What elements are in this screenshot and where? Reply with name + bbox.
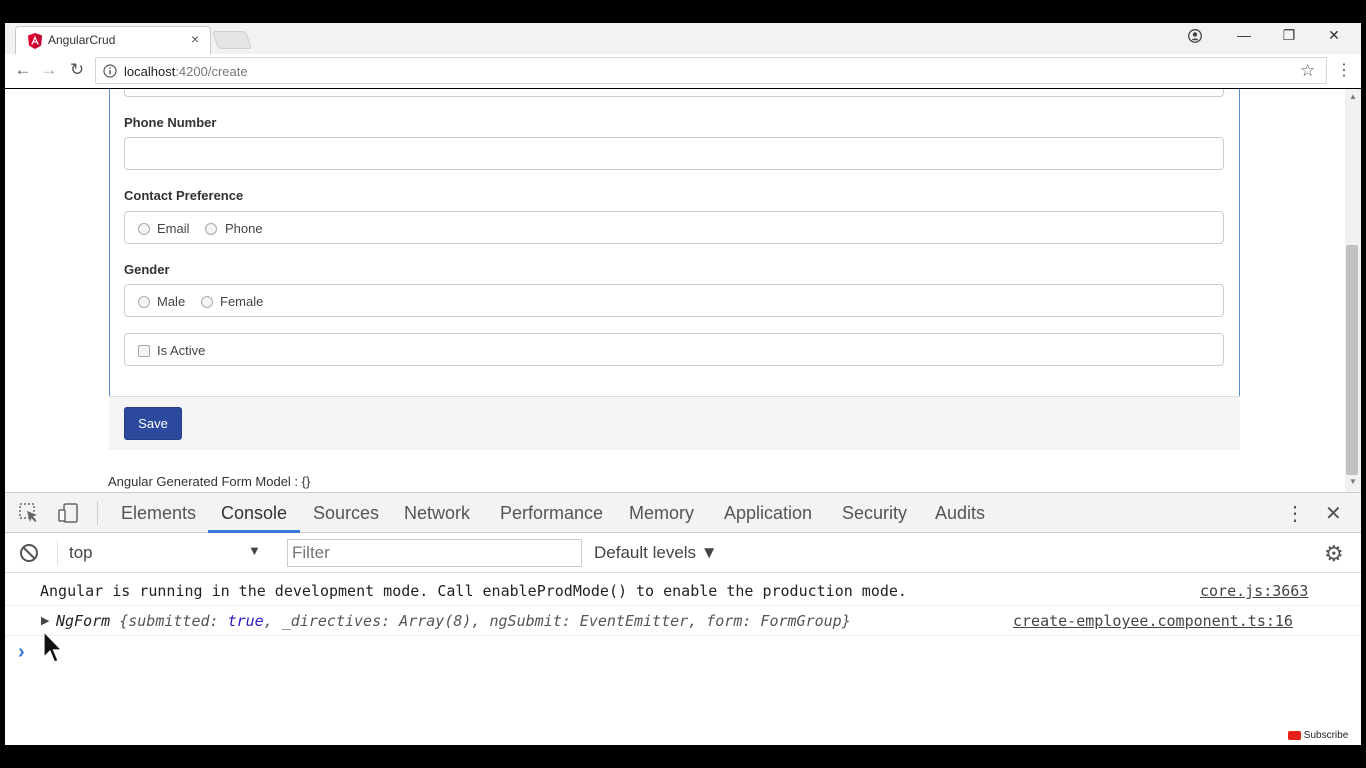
scroll-down-icon[interactable]: ▼ [1349, 477, 1357, 486]
url-text: localhost:4200/create [124, 64, 248, 79]
clear-console-icon[interactable] [19, 543, 39, 563]
subscribe-watermark[interactable]: Subscribe [1288, 730, 1348, 741]
contact-email-radio[interactable] [138, 223, 150, 235]
scrollbar-thumb[interactable] [1346, 245, 1358, 475]
contact-email-label: Email [157, 221, 190, 236]
scroll-up-icon[interactable]: ▲ [1349, 92, 1357, 101]
console-source-link[interactable]: create-employee.component.ts:16 [1013, 612, 1293, 630]
tab-security[interactable]: Security [842, 503, 907, 524]
gender-female-radio[interactable] [201, 296, 213, 308]
gender-male-radio[interactable] [138, 296, 150, 308]
back-icon[interactable]: ← [11, 60, 35, 80]
is-active-group: Is Active [124, 333, 1224, 366]
console-message-text: Angular is running in the development mo… [40, 582, 907, 600]
tab-performance[interactable]: Performance [500, 503, 603, 524]
gender-female-label: Female [220, 294, 264, 309]
maximize-button[interactable]: ❐ [1274, 27, 1304, 44]
tab-memory[interactable]: Memory [629, 503, 694, 524]
context-selector[interactable]: top [69, 543, 93, 563]
contact-phone-label: Phone [225, 221, 263, 236]
toolbar-divider [97, 501, 98, 525]
tab-bar: AngularCrud × — ❐ ✕ [5, 23, 1361, 54]
console-source-link[interactable]: core.js:3663 [1200, 582, 1308, 600]
tab-sources[interactable]: Sources [313, 503, 379, 524]
is-active-checkbox[interactable] [138, 345, 150, 357]
tab-network[interactable]: Network [404, 503, 470, 524]
subscribe-label: Subscribe [1303, 730, 1349, 741]
console-prompt[interactable]: › [18, 641, 25, 664]
mouse-cursor-icon [43, 631, 63, 663]
address-bar[interactable]: localhost:4200/create ☆ [95, 57, 1327, 84]
forward-icon[interactable]: → [37, 60, 61, 80]
bottom-frame [0, 745, 1366, 768]
gender-group: Male Female [124, 284, 1224, 317]
devtools-tab-bar: Elements Console Sources Network Perform… [5, 493, 1361, 533]
angular-logo-icon [28, 33, 42, 49]
console-filter-input[interactable] [287, 539, 582, 567]
log-levels-select[interactable]: Default levels ▼ [594, 543, 718, 563]
console-toolbar: top ▼ Default levels ▼ ⚙ [5, 533, 1361, 573]
tab-audits[interactable]: Audits [935, 503, 985, 524]
form-model-output: Angular Generated Form Model : {} [108, 474, 311, 489]
tab-console[interactable]: Console [221, 503, 287, 524]
gender-male-label: Male [157, 294, 186, 309]
context-dropdown-icon[interactable]: ▼ [248, 543, 261, 558]
reload-icon[interactable]: ↻ [65, 60, 89, 80]
contact-preference-label: Contact Preference [124, 188, 244, 203]
expand-triangle-icon[interactable]: ▶ [41, 614, 49, 627]
is-active-label: Is Active [157, 343, 206, 358]
tab-elements[interactable]: Elements [121, 503, 196, 524]
tab-application[interactable]: Application [724, 503, 812, 524]
tab-close-icon[interactable]: × [191, 31, 199, 47]
inspect-element-icon[interactable] [18, 502, 40, 524]
console-message: ▶ NgForm {submitted: true, _directives: … [5, 606, 1361, 636]
gender-label: Gender [124, 262, 170, 277]
new-tab-button[interactable] [211, 31, 253, 49]
close-window-button[interactable]: ✕ [1319, 27, 1349, 44]
contact-preference-group: Email Phone [124, 211, 1224, 244]
toolbar-divider [57, 541, 58, 565]
devtools-menu-icon[interactable]: ⋮ [1285, 501, 1305, 526]
console-object-preview[interactable]: NgForm {submitted: true, _directives: Ar… [56, 612, 851, 630]
star-icon[interactable]: ☆ [1300, 61, 1315, 81]
devtools-close-icon[interactable]: ✕ [1325, 501, 1342, 526]
console-message: Angular is running in the development mo… [5, 576, 1361, 606]
phone-number-input[interactable] [124, 137, 1224, 170]
tab-title: AngularCrud [48, 33, 116, 47]
minimize-button[interactable]: — [1229, 27, 1259, 43]
page-viewport: Phone Number Contact Preference Email Ph… [5, 89, 1345, 492]
navigation-bar: ← → ↻ localhost:4200/create ☆ ⋮ [5, 54, 1361, 88]
browser-chrome: AngularCrud × — ❐ ✕ ← → ↻ localhost:4200… [5, 23, 1361, 88]
menu-dots-icon[interactable]: ⋮ [1336, 60, 1352, 80]
previous-field-input[interactable] [124, 89, 1224, 97]
phone-number-label: Phone Number [124, 115, 217, 130]
devtools-panel: Elements Console Sources Network Perform… [5, 492, 1361, 745]
profile-icon[interactable] [1188, 29, 1202, 43]
settings-gear-icon[interactable]: ⚙ [1324, 541, 1344, 567]
form-panel-footer [109, 396, 1240, 450]
contact-phone-radio[interactable] [205, 223, 217, 235]
device-toolbar-icon[interactable] [57, 502, 79, 524]
save-button[interactable]: Save [124, 407, 182, 440]
browser-tab[interactable]: AngularCrud × [15, 26, 211, 54]
info-icon[interactable] [103, 64, 117, 78]
youtube-icon [1288, 730, 1301, 740]
